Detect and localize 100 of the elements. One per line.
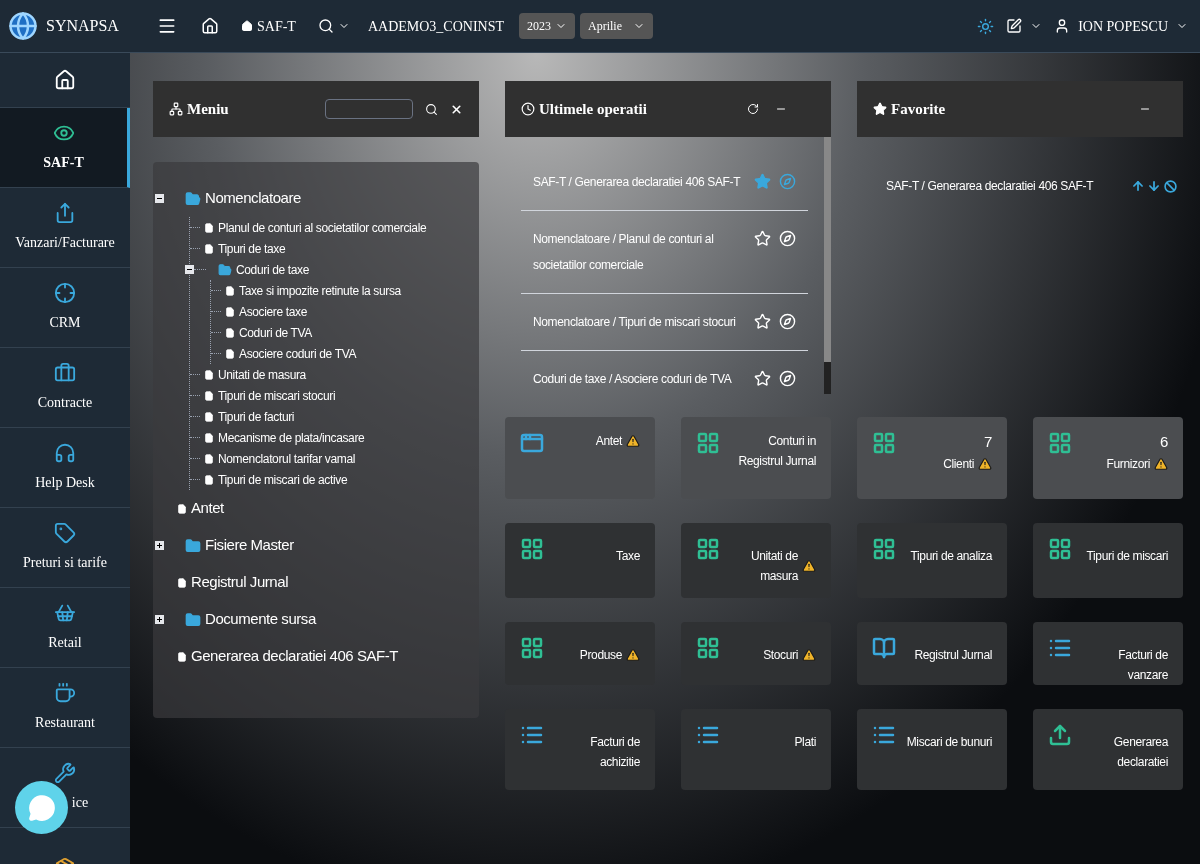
tile-label: Facturi de vanzare xyxy=(1117,647,1168,684)
tree-item[interactable]: Tipuri de miscari stocuri xyxy=(218,386,336,405)
dashboard-tile[interactable]: Tipuri de analiza xyxy=(857,523,1007,598)
tile-label: Facturi de achizitie xyxy=(589,734,640,771)
collapse-icon[interactable] xyxy=(155,194,164,203)
tree-item[interactable]: Unitati de masura xyxy=(218,365,306,384)
search-icon[interactable] xyxy=(425,102,438,116)
chat-button[interactable] xyxy=(15,781,68,834)
dashboard-tile[interactable]: Facturi de vanzare xyxy=(1033,622,1183,685)
dashboard-tile[interactable]: Plati xyxy=(681,709,831,790)
remove-icon[interactable] xyxy=(1164,179,1178,193)
star-icon[interactable] xyxy=(754,173,771,190)
dashboard-tile[interactable]: Produse xyxy=(505,622,655,685)
dashboard-tile[interactable]: Conturi in Registrul Jurnal xyxy=(681,417,831,499)
dashboard-tile[interactable]: Facturi de achizitie xyxy=(505,709,655,790)
dashboard-tile[interactable]: Antet xyxy=(505,417,655,499)
tree-item[interactable]: Documente sursa xyxy=(205,608,316,631)
close-icon[interactable] xyxy=(450,102,463,116)
mug-icon xyxy=(54,682,76,704)
tree-item[interactable]: Tipuri de taxe xyxy=(218,239,286,258)
home-icon[interactable] xyxy=(201,17,219,35)
user-name[interactable]: ION POPESCU xyxy=(1078,15,1168,37)
recent-operation-link[interactable]: Nomenclatoare / Tipuri de miscari stocuri xyxy=(533,309,746,335)
search-field[interactable] xyxy=(325,99,413,119)
sidebar-item[interactable]: SAF-T xyxy=(0,108,130,188)
tree-item[interactable]: Registrul Jurnal xyxy=(191,571,288,594)
tree-item[interactable]: Nomenclatoare xyxy=(205,187,301,210)
book-icon xyxy=(872,636,896,660)
home-icon xyxy=(54,69,76,91)
refresh-icon[interactable] xyxy=(747,103,759,115)
grid-icon xyxy=(696,431,720,455)
grid-icon xyxy=(696,636,720,660)
dashboard-tile[interactable]: 6 Furnizori xyxy=(1033,417,1183,499)
tree-item[interactable]: Asociere coduri de TVA xyxy=(239,344,357,363)
file-icon xyxy=(204,432,214,443)
file-icon xyxy=(177,503,187,514)
month-select[interactable]: Aprilie xyxy=(580,13,654,39)
dashboard-tile[interactable]: 7 Clienti xyxy=(857,417,1007,499)
favorite-link[interactable]: SAF-T / Generarea declaratiei 406 SAF-T xyxy=(886,177,1094,195)
grid-icon xyxy=(520,537,544,561)
globe-logo-icon xyxy=(8,11,38,41)
recent-operation-link[interactable]: Coduri de taxe / Asociere coduri de TVA xyxy=(533,366,746,392)
panel-title: Meniu xyxy=(187,99,229,119)
tree-item[interactable]: Planul de conturi al societatilor comerciale xyxy=(218,218,427,237)
recent-operation-link[interactable]: Nomenclatoare / Planul de conturi al societatilor comerciale xyxy=(533,226,746,278)
share-icon xyxy=(54,202,76,224)
collapse-icon[interactable] xyxy=(185,265,194,274)
expand-icon[interactable] xyxy=(155,541,164,550)
tree-item[interactable]: Asociere taxe xyxy=(239,302,308,321)
dashboard-tile[interactable]: Generarea declaratiei xyxy=(1033,709,1183,790)
move-down-icon[interactable] xyxy=(1147,179,1162,193)
sidebar-label: Contracte xyxy=(37,394,93,412)
tree-item[interactable]: Taxe si impozite retinute la sursa xyxy=(239,281,401,300)
tile-label: Clienti xyxy=(943,455,974,473)
tile-count: 6 xyxy=(1160,432,1168,452)
tree-item[interactable]: Tipuri de facturi xyxy=(218,407,295,426)
sun-icon[interactable] xyxy=(977,17,995,35)
dashboard-tile[interactable]: Taxe xyxy=(505,523,655,598)
grid-icon xyxy=(872,431,896,455)
sidebar-label: Retail xyxy=(48,634,82,652)
tree-item[interactable]: Nomenclatorul tarifar vamal xyxy=(218,449,355,468)
year-select[interactable]: 2023 xyxy=(519,13,576,39)
menu-icon[interactable] xyxy=(157,16,177,36)
warning-icon xyxy=(626,648,640,662)
warning-icon xyxy=(626,434,640,448)
dashboard-tile[interactable]: Unitati de masura xyxy=(681,523,831,598)
tile-label: Furnizori xyxy=(1106,455,1150,473)
file-icon xyxy=(204,369,214,380)
tree-item[interactable]: Fisiere Master xyxy=(205,534,294,557)
headphones-icon xyxy=(54,442,76,464)
expand-icon[interactable] xyxy=(155,615,164,624)
panel-title: Favorite xyxy=(891,99,946,119)
wrench-icon xyxy=(54,762,76,784)
search-icon[interactable] xyxy=(317,18,334,34)
move-up-icon[interactable] xyxy=(1131,179,1146,193)
tree-item[interactable]: Coduri de TVA xyxy=(239,323,312,342)
dashboard-tile[interactable]: Tipuri de miscari xyxy=(1033,523,1183,598)
sidebar-label: Restaurant xyxy=(35,714,95,732)
tree-item[interactable]: Mecanisme de plata/incasare xyxy=(218,428,365,447)
sidebar-label: SAF-T xyxy=(43,154,84,172)
file-icon xyxy=(204,474,214,485)
grid-icon xyxy=(696,537,720,561)
tile-label: Registrul Jurnal xyxy=(914,647,992,664)
tile-label: Unitati de masura xyxy=(749,548,798,585)
dashboard-tile[interactable]: Miscari de bunuri xyxy=(857,709,1007,790)
sitemap-icon xyxy=(169,102,183,116)
tree-item[interactable]: Generarea declaratiei 406 SAF-T xyxy=(191,645,398,668)
tree-item[interactable]: Antet xyxy=(191,497,224,520)
dashboard-tile[interactable]: Registrul Jurnal xyxy=(857,622,1007,685)
chat-icon xyxy=(27,793,56,822)
tree-item[interactable]: Tipuri de miscari de active xyxy=(218,470,348,489)
company-name[interactable]: AADEMO3_CONINST xyxy=(367,15,505,37)
sidebar-label: Preturi si tarife xyxy=(23,554,107,572)
module-link[interactable]: SAF-T xyxy=(257,15,296,37)
edit-icon[interactable] xyxy=(1006,18,1023,34)
tree-item[interactable]: Coduri de taxe xyxy=(236,260,309,279)
sidebar-label: CRM xyxy=(49,314,81,332)
file-icon xyxy=(204,390,214,401)
dashboard-tile[interactable]: Stocuri xyxy=(681,622,831,685)
file-icon xyxy=(225,327,235,338)
